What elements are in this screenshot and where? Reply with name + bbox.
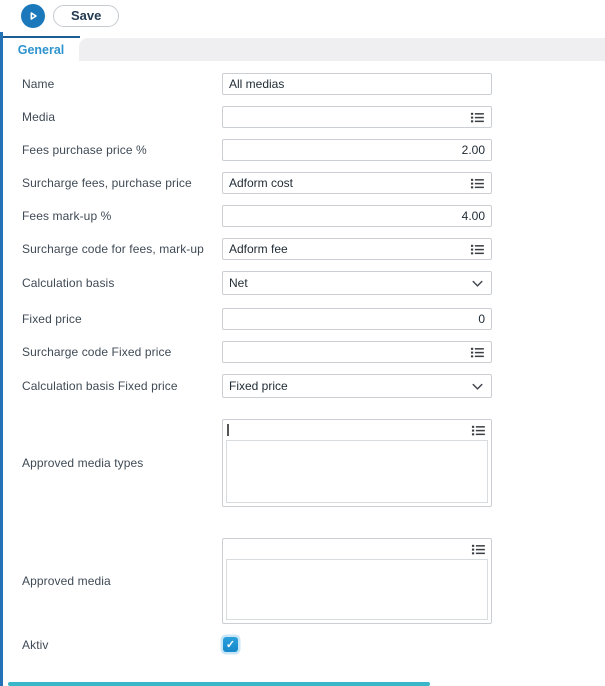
- approved-media-entry-row[interactable]: [223, 539, 491, 559]
- selected-option: Fixed price: [229, 379, 466, 393]
- field-group: Name All medias Media Fees purchase price %…: [22, 73, 605, 295]
- page: Save General Name All medias Media Fees pur…: [0, 0, 605, 686]
- field-group: Aktiv✓: [22, 635, 605, 654]
- name-input[interactable]: All medias: [222, 73, 492, 95]
- field-row-surcharge-fees-purchase-price: Surcharge fees, purchase price Adform cos…: [22, 172, 605, 194]
- field-row-calculation-basis: Calculation basis Net: [22, 271, 605, 295]
- chevron-down-icon[interactable]: [466, 276, 485, 291]
- approved-media-list-area[interactable]: [226, 559, 488, 620]
- field-row-fees-mark-up: Fees mark-up % 4.00: [22, 205, 605, 227]
- field-label: Fixed price: [22, 312, 222, 326]
- field-label: Media: [22, 110, 222, 124]
- field-value: 2.00: [229, 143, 485, 157]
- fees-purchase-price-input[interactable]: 2.00: [222, 139, 492, 161]
- calculation-basis-fixed-price-select[interactable]: Fixed price: [222, 374, 492, 398]
- field-group: Fixed price 0 Surcharge code Fixed price Ca…: [22, 308, 605, 398]
- field-row-aktiv: Aktiv✓: [22, 635, 605, 654]
- list-icon[interactable]: [466, 345, 485, 360]
- field-row-fees-purchase-price: Fees purchase price % 2.00: [22, 139, 605, 161]
- field-label: Surcharge fees, purchase price: [22, 176, 222, 190]
- field-value: All medias: [229, 77, 485, 91]
- field-row-fixed-price: Fixed price 0: [22, 308, 605, 330]
- field-row-name: Name All medias: [22, 73, 605, 95]
- surcharge-code-for-fees-mark-up-input[interactable]: Adform fee: [222, 238, 492, 260]
- field-label: Aktiv: [22, 638, 222, 652]
- field-label: Name: [22, 77, 222, 91]
- toolbar: Save: [0, 0, 605, 32]
- approved-media-input[interactable]: [222, 538, 492, 624]
- list-icon[interactable]: [466, 242, 485, 257]
- tab-bar: General: [0, 36, 605, 61]
- play-icon: [25, 8, 41, 24]
- field-label: Approved media types: [22, 456, 222, 470]
- aktiv-checkbox[interactable]: ✓: [223, 637, 238, 652]
- field-row-approved-media: Approved media: [22, 538, 605, 624]
- field-value: 0: [229, 312, 485, 326]
- tab-general[interactable]: General: [3, 38, 79, 61]
- field-row-surcharge-code-fixed-price: Surcharge code Fixed price: [22, 341, 605, 363]
- field-group: Approved media: [22, 538, 605, 624]
- selected-option: Net: [229, 276, 466, 290]
- field-row-media: Media: [22, 106, 605, 128]
- field-label: Surcharge code for fees, mark-up: [22, 242, 222, 256]
- approved-media-types-list-area[interactable]: [226, 440, 488, 503]
- field-label: Approved media: [22, 574, 222, 588]
- field-value: Adform cost: [229, 176, 466, 190]
- surcharge-code-fixed-price-input[interactable]: [222, 341, 492, 363]
- surcharge-fees-purchase-price-input[interactable]: Adform cost: [222, 172, 492, 194]
- text-cursor: [227, 424, 229, 436]
- field-row-surcharge-code-for-fees-mark-up: Surcharge code for fees, mark-up Adform f…: [22, 238, 605, 260]
- field-label: Fees mark-up %: [22, 209, 222, 223]
- list-icon[interactable]: [466, 176, 485, 191]
- list-icon[interactable]: [467, 542, 486, 557]
- field-row-approved-media-types: Approved media types: [22, 419, 605, 507]
- approved-media-types-input[interactable]: [222, 419, 492, 507]
- field-label: Fees purchase price %: [22, 143, 222, 157]
- field-value: Adform fee: [229, 242, 466, 256]
- progress-bar: [8, 682, 430, 686]
- media-input[interactable]: [222, 106, 492, 128]
- form: Name All medias Media Fees purchase price %…: [0, 61, 605, 654]
- save-button[interactable]: Save: [53, 5, 119, 27]
- field-label: Calculation basis Fixed price: [22, 379, 222, 393]
- field-value: 4.00: [229, 209, 485, 223]
- run-button[interactable]: [21, 4, 45, 28]
- tab-strip-background: [79, 38, 605, 61]
- field-label: Surcharge code Fixed price: [22, 345, 222, 359]
- chevron-down-icon[interactable]: [466, 379, 485, 394]
- list-icon[interactable]: [467, 423, 486, 438]
- left-accent-border: [0, 32, 3, 686]
- approved-media-types-entry-row[interactable]: [223, 420, 491, 440]
- fixed-price-input[interactable]: 0: [222, 308, 492, 330]
- field-row-calculation-basis-fixed-price: Calculation basis Fixed price Fixed price: [22, 374, 605, 398]
- field-group: Approved media types: [22, 419, 605, 507]
- fees-mark-up-input[interactable]: 4.00: [222, 205, 492, 227]
- calculation-basis-select[interactable]: Net: [222, 271, 492, 295]
- field-label: Calculation basis: [22, 276, 222, 290]
- list-icon[interactable]: [466, 110, 485, 125]
